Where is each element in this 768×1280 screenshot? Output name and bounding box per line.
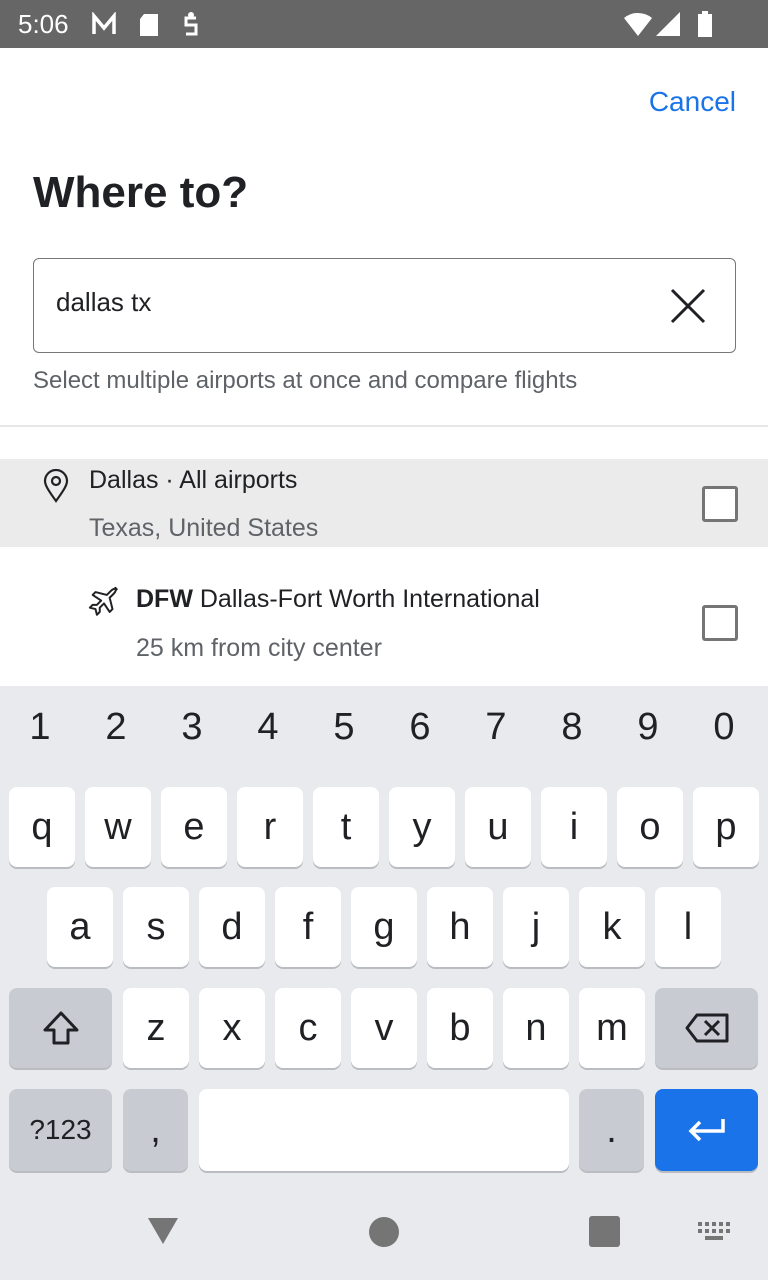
key-v[interactable]: v bbox=[351, 988, 417, 1068]
airport-name: Dallas-Fort Worth International bbox=[199, 585, 540, 613]
key-g[interactable]: g bbox=[351, 887, 417, 967]
keyboard: 1 2 3 4 5 6 7 8 9 0 q w e r t y u i o p a s d f g h j k l z x c v b n m ?123… bbox=[0, 686, 768, 1280]
key-8[interactable]: 8 bbox=[542, 706, 602, 749]
debug-icon bbox=[184, 12, 198, 36]
result-checkbox[interactable] bbox=[702, 605, 738, 641]
key-b[interactable]: b bbox=[427, 988, 493, 1068]
search-field[interactable] bbox=[33, 258, 736, 353]
search-input[interactable] bbox=[56, 287, 616, 318]
key-s[interactable]: s bbox=[123, 887, 189, 967]
key-i[interactable]: i bbox=[541, 787, 607, 867]
period-key[interactable]: . bbox=[579, 1089, 644, 1171]
system-icons bbox=[624, 11, 712, 37]
key-l[interactable]: l bbox=[655, 887, 721, 967]
key-4[interactable]: 4 bbox=[238, 706, 298, 749]
enter-icon bbox=[688, 1119, 725, 1142]
key-0[interactable]: 0 bbox=[694, 706, 754, 749]
notification-icons bbox=[92, 12, 198, 36]
key-r[interactable]: r bbox=[237, 787, 303, 867]
wifi-icon bbox=[624, 12, 652, 36]
status-bar: 5:06 bbox=[0, 0, 768, 48]
result-item-airport[interactable]: DFW Dallas-Fort Worth International 25 k… bbox=[0, 547, 768, 686]
recents-icon[interactable] bbox=[589, 1216, 621, 1248]
result-title: DFW Dallas-Fort Worth International bbox=[136, 585, 540, 614]
key-9[interactable]: 9 bbox=[618, 706, 678, 749]
key-w[interactable]: w bbox=[85, 787, 151, 867]
divider bbox=[0, 425, 768, 427]
airport-code: DFW bbox=[136, 585, 193, 613]
backspace-icon bbox=[685, 1013, 728, 1043]
key-h[interactable]: h bbox=[427, 887, 493, 967]
key-7[interactable]: 7 bbox=[466, 706, 526, 749]
key-z[interactable]: z bbox=[123, 988, 189, 1068]
key-o[interactable]: o bbox=[617, 787, 683, 867]
search-hint: Select multiple airports at once and com… bbox=[33, 367, 578, 394]
result-subtitle: Texas, United States bbox=[89, 514, 319, 542]
result-title: Dallas · All airports bbox=[89, 466, 298, 494]
key-3[interactable]: 3 bbox=[162, 706, 222, 749]
key-m[interactable]: m bbox=[579, 988, 645, 1068]
key-2[interactable]: 2 bbox=[86, 706, 146, 749]
key-5[interactable]: 5 bbox=[314, 706, 374, 749]
key-t[interactable]: t bbox=[313, 787, 379, 867]
key-n[interactable]: n bbox=[503, 988, 569, 1068]
key-k[interactable]: k bbox=[579, 887, 645, 967]
result-checkbox[interactable] bbox=[702, 486, 738, 522]
space-key[interactable] bbox=[199, 1089, 569, 1171]
key-u[interactable]: u bbox=[465, 787, 531, 867]
signal-icon bbox=[656, 12, 680, 36]
gmail-icon bbox=[92, 12, 116, 34]
backspace-key[interactable] bbox=[655, 988, 758, 1068]
status-time: 5:06 bbox=[18, 9, 69, 39]
clear-icon[interactable] bbox=[669, 287, 707, 325]
enter-key[interactable] bbox=[655, 1089, 758, 1171]
cancel-button[interactable]: Cancel bbox=[649, 86, 736, 118]
key-f[interactable]: f bbox=[275, 887, 341, 967]
comma-key[interactable]: , bbox=[123, 1089, 188, 1171]
shift-key[interactable] bbox=[9, 988, 112, 1068]
result-subtitle: 25 km from city center bbox=[136, 634, 382, 662]
keyboard-switch-icon[interactable] bbox=[698, 1222, 732, 1242]
key-y[interactable]: y bbox=[389, 787, 455, 867]
key-q[interactable]: q bbox=[9, 787, 75, 867]
airplane-icon bbox=[88, 586, 118, 616]
back-icon[interactable] bbox=[146, 1216, 180, 1246]
battery-icon bbox=[698, 11, 712, 37]
page-title: Where to? bbox=[33, 168, 249, 217]
key-a[interactable]: a bbox=[47, 887, 113, 967]
result-item-city[interactable]: Dallas · All airports Texas, United Stat… bbox=[0, 459, 768, 547]
key-c[interactable]: c bbox=[275, 988, 341, 1068]
symbols-key[interactable]: ?123 bbox=[9, 1089, 112, 1171]
key-6[interactable]: 6 bbox=[390, 706, 450, 749]
key-j[interactable]: j bbox=[503, 887, 569, 967]
sd-card-icon bbox=[140, 14, 158, 36]
key-d[interactable]: d bbox=[199, 887, 265, 967]
location-pin-icon bbox=[43, 469, 69, 503]
key-p[interactable]: p bbox=[693, 787, 759, 867]
home-icon[interactable] bbox=[368, 1216, 400, 1248]
key-1[interactable]: 1 bbox=[10, 706, 70, 749]
shift-icon bbox=[43, 1011, 78, 1045]
key-e[interactable]: e bbox=[161, 787, 227, 867]
key-x[interactable]: x bbox=[199, 988, 265, 1068]
